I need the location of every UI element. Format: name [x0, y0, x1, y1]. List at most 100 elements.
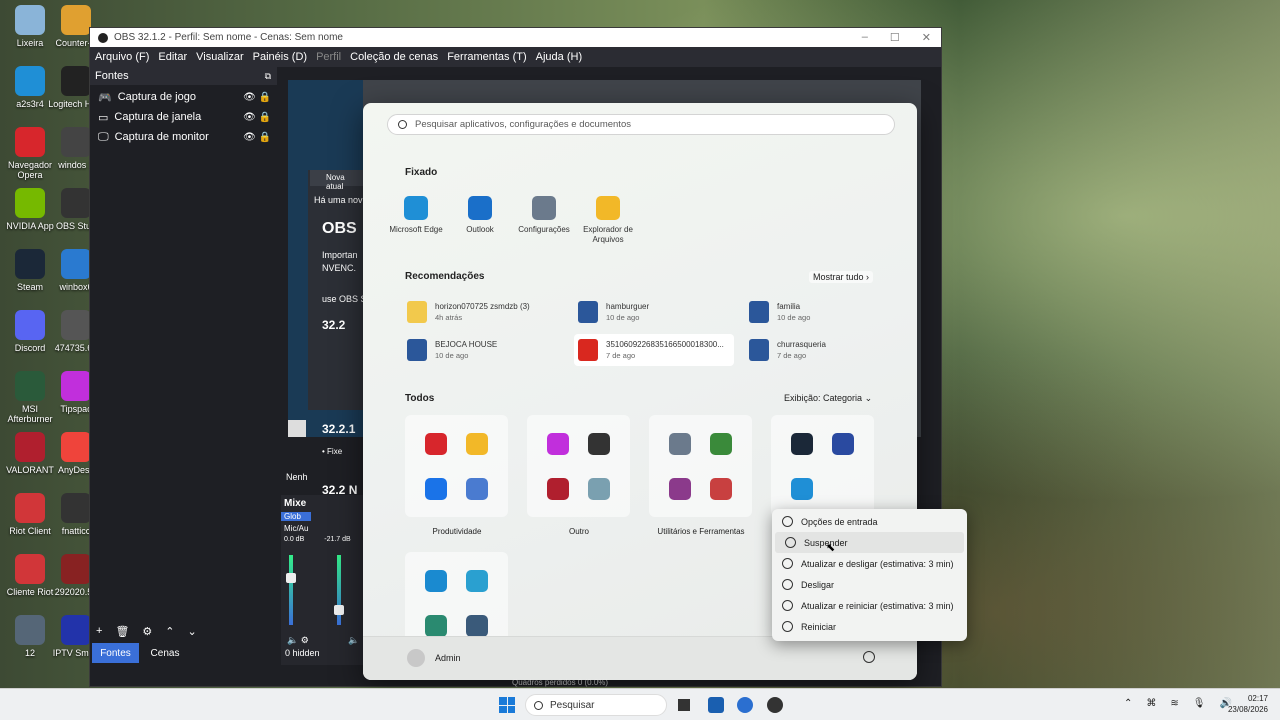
pinned-app[interactable]: Configurações	[512, 196, 576, 235]
tipspac-icon	[61, 371, 91, 401]
menu-arquivo[interactable]: Arquivo (F)	[95, 51, 149, 63]
update-power-icon	[782, 558, 793, 569]
power-option-label: Atualizar e desligar (estimativa: 3 min)	[801, 558, 954, 569]
mixer-title: Mixe	[284, 498, 307, 509]
speaker-icon[interactable]: 🔈	[348, 635, 359, 646]
captions-icon	[465, 569, 488, 592]
recommended-title: Recomendações	[405, 271, 485, 282]
app-taskbar-icon[interactable]	[708, 697, 724, 713]
source-label: Captura de monitor	[114, 131, 209, 143]
visibility-eye-icon[interactable]: 👁 🔒	[243, 112, 271, 123]
microphone-icon[interactable]: 🎙	[1193, 698, 1206, 709]
system-tray[interactable]: ⌃ ⌘ ≋ 🎙 🔊	[1124, 698, 1232, 709]
pinned-app[interactable]: Outlook	[448, 196, 512, 235]
source-item[interactable]: 🎮 Captura de jogo 👁 🔒	[90, 87, 277, 107]
obs-window-title: OBS 32.1.2 - Perfil: Sem nome - Cenas: S…	[114, 32, 343, 43]
menu-perfil[interactable]: Perfil	[316, 51, 341, 63]
menu-editar[interactable]: Editar	[158, 51, 187, 63]
tab-fontes[interactable]: Fontes	[92, 643, 139, 663]
steam-icon	[791, 432, 814, 455]
power-option-label: Reiniciar	[801, 621, 837, 632]
recommended-time: 4h atrás	[435, 313, 463, 322]
power-option[interactable]: Desligar	[772, 574, 967, 595]
show-all-button[interactable]: Mostrar tudo ›	[809, 271, 874, 283]
recommended-item[interactable]: churrasqueria 7 de ago	[745, 334, 905, 366]
visibility-eye-icon[interactable]: 👁 🔒	[243, 132, 271, 143]
menu-ajuda[interactable]: Ajuda (H)	[536, 51, 582, 63]
hidden-count: 0 hidden	[285, 648, 320, 658]
pinned-app[interactable]: Microsoft Edge	[384, 196, 448, 235]
network-icon[interactable]: ⌘	[1146, 698, 1156, 709]
winbox-taskbar-icon[interactable]	[737, 697, 753, 713]
recommended-item[interactable]: 3510609226835166500018300... 7 de ago	[574, 334, 734, 366]
winbox-icon	[61, 249, 91, 279]
power-option[interactable]: Opções de entrada	[772, 511, 967, 532]
app-category-folder[interactable]	[771, 415, 874, 517]
menu-paineis[interactable]: Painéis (D)	[253, 51, 307, 63]
opera-icon	[425, 432, 448, 455]
recommended-item[interactable]: hamburguer 10 de ago	[574, 296, 734, 328]
avatar[interactable]	[407, 649, 425, 667]
recommended-item[interactable]: horizon070725 zsmdzb (3) 4h atrás	[403, 296, 563, 328]
volume-slider[interactable]	[286, 573, 296, 583]
power-option[interactable]: Reiniciar	[772, 616, 967, 637]
pdf-icon	[578, 339, 598, 361]
anydesk-icon	[61, 432, 91, 462]
menu-colecao-cenas[interactable]: Coleção de cenas	[350, 51, 438, 63]
view-category-button[interactable]: Exibição: Categoria ⌄	[784, 393, 872, 404]
down-icon[interactable]: ⌄	[188, 625, 197, 638]
power-option[interactable]: Atualizar e desligar (estimativa: 3 min)	[772, 553, 967, 574]
nvidia-icon	[15, 188, 45, 218]
wifi-icon[interactable]: ≋	[1170, 698, 1178, 709]
recommended-time: 7 de ago	[777, 351, 807, 360]
clock[interactable]: 02:17 23/08/2026	[1222, 693, 1268, 715]
menu-ferramentas[interactable]: Ferramentas (T)	[447, 51, 526, 63]
recommended-item[interactable]: familia 10 de ago	[745, 296, 905, 328]
start-search-placeholder: Pesquisar aplicativos, configurações e d…	[415, 119, 631, 130]
start-footer: Admin	[363, 636, 917, 680]
mixer-tab[interactable]: Glob	[281, 512, 311, 521]
settings-gear-icon	[669, 432, 692, 455]
speaker-icon[interactable]: 🔈 ⚙	[287, 635, 309, 646]
user-name[interactable]: Admin	[435, 653, 461, 663]
windows-start-icon[interactable]	[499, 697, 515, 713]
maximize-icon[interactable]: ☐	[890, 31, 900, 44]
recommended-name: hamburguer	[606, 302, 650, 311]
version-heading: 32.2.1	[322, 422, 356, 436]
undock-icon[interactable]: ⧉	[265, 71, 271, 82]
settings-gear-icon	[532, 196, 556, 220]
power-option[interactable]: Atualizar e reiniciar (estimativa: 3 min…	[772, 595, 967, 616]
update-note: Importan	[322, 250, 358, 260]
app-category-folder[interactable]	[527, 415, 630, 517]
update-question: Há uma nov	[314, 195, 363, 205]
power-option[interactable]: Suspender	[775, 532, 964, 553]
taskbar-search[interactable]: Pesquisar	[525, 694, 667, 716]
show-all-label: Mostrar tudo	[813, 272, 864, 282]
minimize-icon[interactable]: –	[862, 31, 868, 44]
tipspac-icon	[547, 432, 570, 455]
menu-visualizar[interactable]: Visualizar	[196, 51, 244, 63]
add-source-icon[interactable]: +	[96, 625, 102, 638]
start-search-box[interactable]: Pesquisar aplicativos, configurações e d…	[387, 114, 895, 135]
sources-title: Fontes	[95, 70, 129, 82]
power-icon[interactable]	[863, 651, 875, 663]
up-icon[interactable]: ⌃	[165, 625, 174, 638]
volume-slider[interactable]	[334, 605, 344, 615]
image-file-icon	[61, 554, 91, 584]
trash-icon[interactable]: 🗑	[115, 625, 129, 638]
visibility-eye-icon[interactable]: 👁 🔒	[243, 92, 271, 103]
recommended-item[interactable]: BEJOCA HOUSE 10 de ago	[403, 334, 563, 366]
category-label: Utilitários e Ferramentas	[657, 527, 745, 536]
close-icon[interactable]: ✕	[922, 31, 931, 44]
task-view-icon[interactable]	[678, 699, 690, 711]
pinned-app[interactable]: Explorador de Arquivos	[576, 196, 640, 245]
window-icon: ▭	[98, 111, 109, 124]
gear-icon[interactable]: ⚙	[142, 625, 152, 638]
chevron-up-icon[interactable]: ⌃	[1124, 698, 1132, 709]
source-item[interactable]: ▭ Captura de janela 👁 🔒	[90, 107, 277, 127]
app-category-folder[interactable]	[649, 415, 752, 517]
app-category-folder[interactable]	[405, 415, 508, 517]
source-item[interactable]: 🖵 Captura de monitor 👁 🔒	[90, 127, 277, 147]
tab-cenas[interactable]: Cenas	[143, 643, 187, 663]
obs-taskbar-icon[interactable]	[767, 697, 783, 713]
